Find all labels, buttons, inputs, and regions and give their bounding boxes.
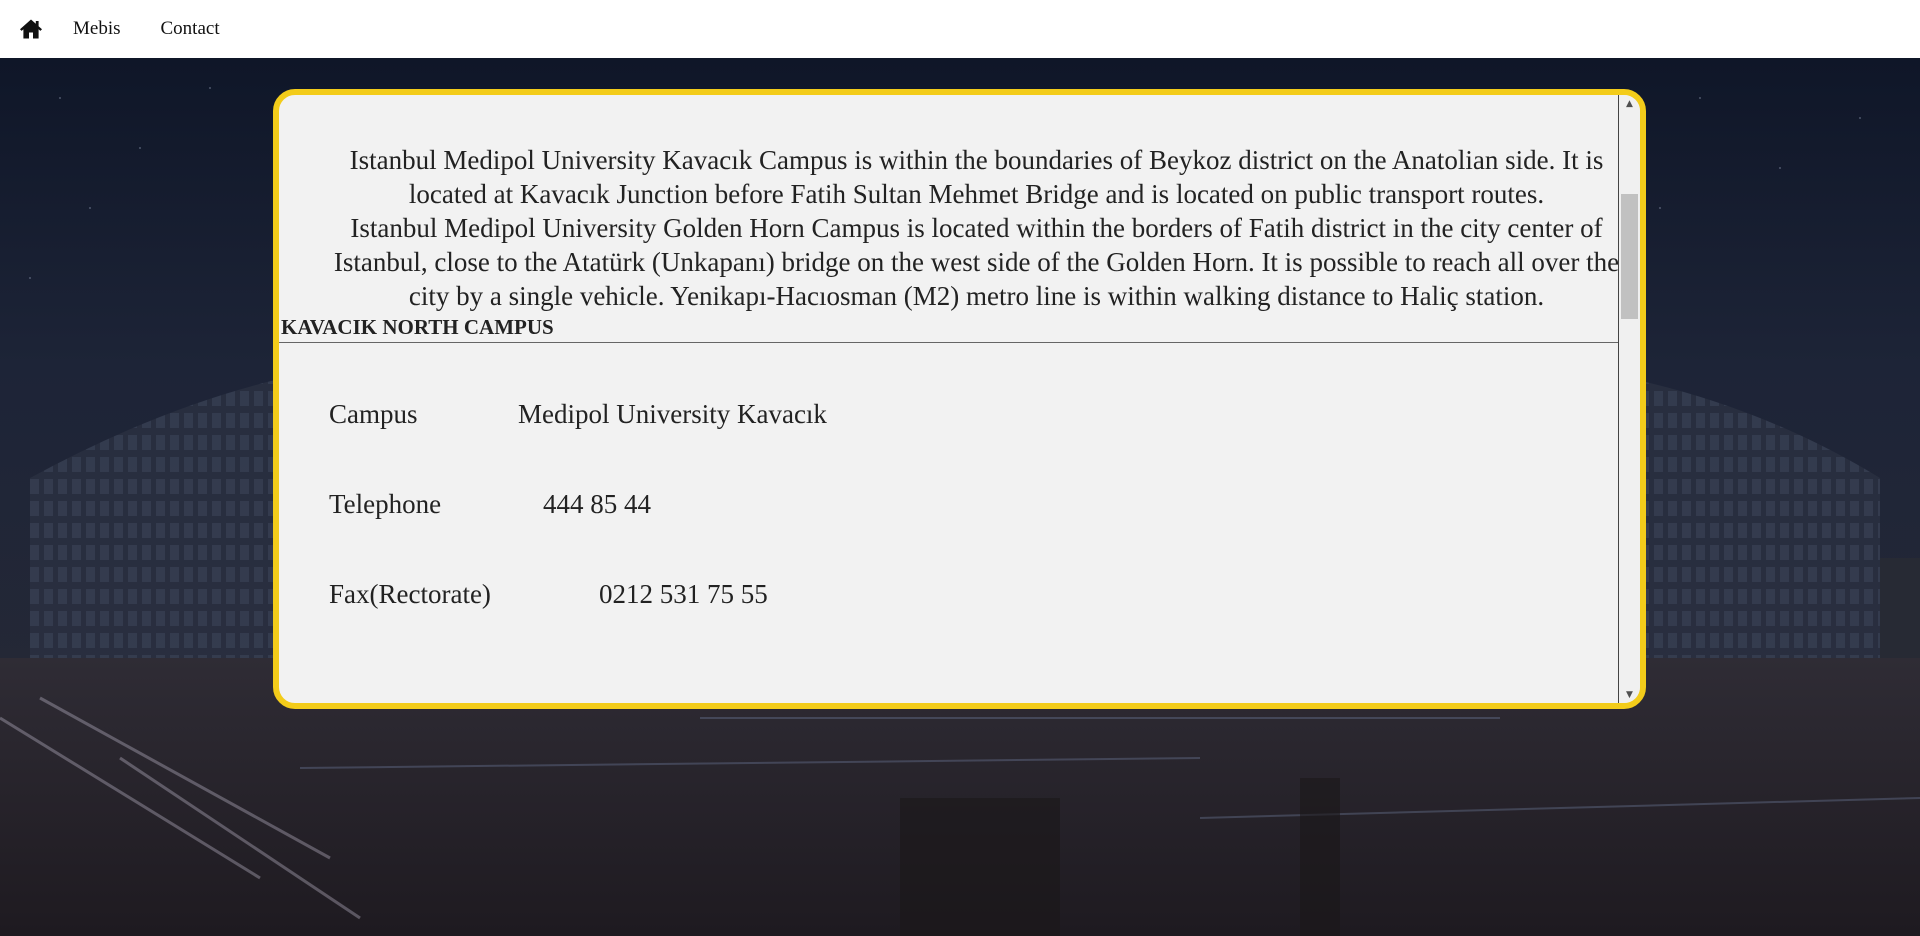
info-label: Telephone: [329, 489, 442, 519]
info-value: 0212 531 75 55: [599, 579, 768, 609]
nav-link-contact[interactable]: Contact: [161, 18, 220, 40]
info-row-campus: Campus Medipol University Kavacık: [329, 399, 1624, 489]
intro-text: Istanbul Medipol University Kavacık Camp…: [279, 143, 1624, 313]
scroll-up-arrow-icon[interactable]: ▲: [1619, 95, 1640, 112]
info-value: Medipol University Kavacık: [518, 399, 827, 429]
campus-heading: KAVACIK NORTH CAMPUS: [281, 315, 554, 339]
info-row-fax: Fax(Rectorate) 0212 531 75 55: [329, 579, 1624, 669]
campus-info-panel: Istanbul Medipol University Kavacık Camp…: [273, 89, 1646, 709]
kavacik-description: Istanbul Medipol University Kavacık Camp…: [349, 145, 1604, 209]
nav-link-mebis[interactable]: Mebis: [73, 18, 121, 40]
panel-scroll-area[interactable]: Istanbul Medipol University Kavacık Camp…: [279, 95, 1624, 703]
scroll-down-arrow-icon[interactable]: ▼: [1619, 686, 1640, 703]
info-row-telephone: Telephone 444 85 44: [329, 489, 1624, 579]
info-label: Campus: [329, 399, 418, 429]
top-navbar: Mebis Contact: [0, 0, 1920, 58]
heading-divider: [279, 342, 1624, 343]
info-value: 444 85 44: [543, 489, 651, 519]
panel-scrollbar[interactable]: ▲ ▼: [1618, 95, 1640, 703]
golden-horn-description: Istanbul Medipol University Golden Horn …: [333, 213, 1620, 311]
info-label: Fax(Rectorate): [329, 579, 491, 609]
scroll-thumb[interactable]: [1621, 194, 1638, 319]
home-icon[interactable]: [19, 17, 43, 41]
